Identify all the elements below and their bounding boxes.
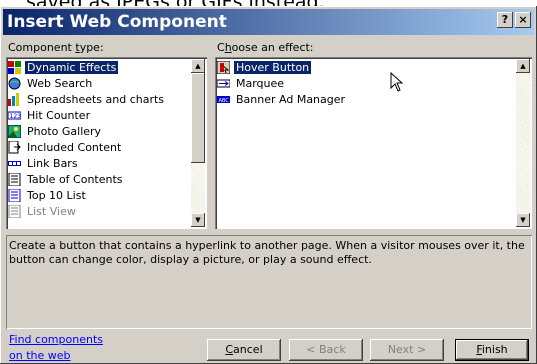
component-type-label: Component type: (8, 41, 104, 54)
top10-list-icon (8, 188, 21, 203)
scroll-thumb[interactable] (191, 73, 205, 163)
svg-text:123: 123 (10, 113, 22, 120)
effect-label: Choose an effect: (217, 41, 314, 54)
close-button[interactable]: × (515, 12, 531, 28)
list-item-label: List View (27, 205, 76, 218)
arrow-down-icon: ▼ (520, 216, 526, 224)
list-item-label: Dynamic Effects (25, 61, 119, 74)
arrow-down-icon: ▼ (195, 216, 201, 224)
hit-counter-icon: 123 (7, 109, 22, 122)
list-item-label: Banner Ad Manager (236, 93, 346, 106)
list-item-dynamic-effects[interactable]: Dynamic Effects (8, 60, 119, 76)
mouse-pointer-icon (390, 72, 404, 92)
list-item-top-10-list[interactable]: Top 10 List (8, 188, 88, 204)
list-item-marquee[interactable]: Marquee (216, 76, 286, 92)
banner-ad-icon: ABC (217, 93, 230, 106)
list-item-label: Web Search (27, 77, 93, 90)
list-item-label: Spreadsheets and charts (27, 93, 165, 106)
marquee-icon (216, 77, 231, 90)
scroll-down-button[interactable]: ▼ (516, 213, 530, 227)
component-type-label-suffix: ype: (79, 41, 104, 54)
finish-button[interactable]: Finish (455, 339, 529, 361)
insert-web-component-dialog: Insert Web Component ? × Component type:… (0, 6, 537, 364)
scroll-up-button[interactable]: ▲ (191, 59, 205, 73)
effects-icon (8, 61, 21, 74)
list-item-included-content[interactable]: Included Content (8, 140, 123, 156)
list-item-label: Included Content (27, 141, 122, 154)
effect-label-prefix: C (217, 41, 225, 54)
hover-button-icon (216, 60, 231, 75)
next-button[interactable]: Next > (370, 339, 444, 361)
effect-description: Create a button that contains a hyperlin… (6, 235, 532, 329)
find-components-link[interactable]: Find components (9, 333, 103, 346)
cancel-hotkey: C (225, 343, 234, 356)
list-item-list-view[interactable]: List View (8, 204, 78, 220)
included-content-icon (8, 140, 21, 154)
finish-rest: inish (481, 343, 508, 356)
component-type-list[interactable]: Dynamic Effects Web Search Spreadsheets … (6, 57, 207, 229)
cancel-button[interactable]: Cancel (207, 339, 281, 361)
effect-list-scrollbar[interactable]: ▲ ▼ (516, 59, 530, 227)
list-item-table-of-contents[interactable]: Table of Contents (8, 172, 125, 188)
list-item-label: Hit Counter (27, 109, 91, 122)
list-item-link-bars[interactable]: Link Bars (8, 156, 80, 172)
scroll-down-button[interactable]: ▼ (191, 213, 205, 227)
list-item-label: Table of Contents (27, 173, 123, 186)
list-item-label: Link Bars (27, 157, 78, 170)
effect-label-suffix: oose an effect: (231, 41, 314, 54)
list-item-web-search[interactable]: Web Search (8, 76, 94, 92)
list-item-hover-button[interactable]: Hover Button (216, 60, 312, 76)
back-button[interactable]: < Back (289, 339, 363, 361)
cancel-rest: ancel (233, 343, 263, 356)
title-bar[interactable]: Insert Web Component ? × (3, 9, 534, 35)
list-item-banner-ad-manager[interactable]: ABC Banner Ad Manager (217, 92, 347, 108)
arrow-up-icon: ▲ (520, 62, 526, 70)
link-bars-icon (8, 157, 21, 170)
find-components-link-line2[interactable]: on the web (9, 349, 71, 362)
list-item-hit-counter[interactable]: 123 Hit Counter (7, 108, 92, 124)
list-item-spreadsheets[interactable]: Spreadsheets and charts (8, 92, 166, 108)
svg-text:ABC: ABC (219, 98, 230, 104)
effect-label-hotkey: h (224, 41, 232, 54)
list-item-label: Photo Gallery (27, 125, 102, 138)
list-view-icon (8, 204, 21, 219)
photo-gallery-icon (7, 124, 22, 139)
list-item-label: Hover Button (234, 61, 312, 74)
arrow-up-icon: ▲ (195, 62, 201, 70)
table-of-contents-icon (8, 172, 21, 187)
component-type-label-prefix: Component (8, 41, 76, 54)
web-search-icon (8, 77, 21, 90)
help-button[interactable]: ? (497, 12, 513, 28)
window-title: Insert Web Component (7, 12, 227, 32)
spreadsheet-icon (8, 93, 21, 106)
component-list-scrollbar[interactable]: ▲ ▼ (191, 59, 205, 227)
effect-list[interactable]: Hover Button Marquee ABC Banner Ad Manage… (215, 57, 532, 229)
list-item-label: Marquee (236, 77, 285, 90)
list-item-photo-gallery[interactable]: Photo Gallery (7, 124, 103, 140)
list-item-label: Top 10 List (27, 189, 86, 202)
scroll-up-button[interactable]: ▲ (516, 59, 530, 73)
